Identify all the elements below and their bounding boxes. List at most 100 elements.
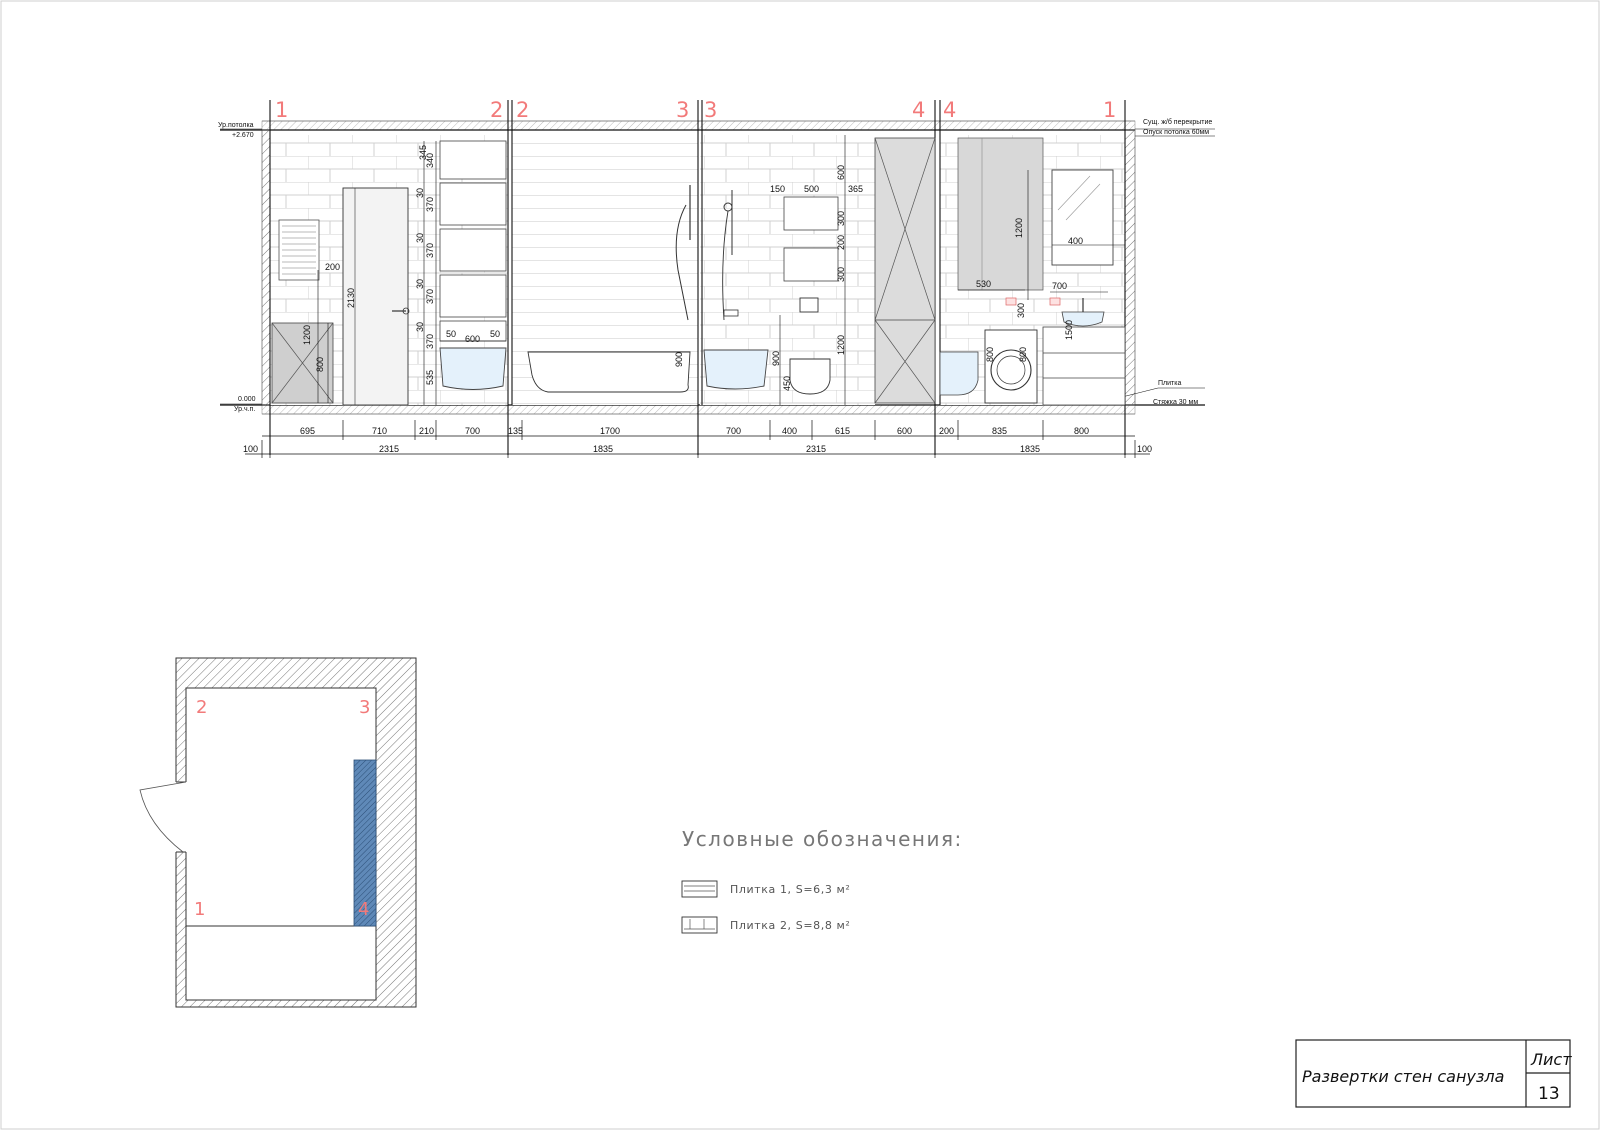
wall3-dim: 150: [770, 184, 785, 194]
ceiling-level-value: +2.670: [232, 132, 254, 139]
dim-label: 700: [726, 426, 741, 436]
shelf-dim: 535: [425, 370, 435, 385]
shelf-dim: 340: [425, 153, 435, 168]
heater-height-dim: 1200: [302, 325, 312, 345]
wall-number: 4: [943, 98, 956, 122]
legend-swatch-tile1: [681, 880, 718, 898]
title-block: Развертки стен санузла Лист 13: [1295, 1039, 1572, 1108]
tub-dim: 50: [490, 329, 500, 339]
dim-label: 835: [992, 426, 1007, 436]
wall-number: 1: [1103, 98, 1116, 122]
flush-plate: [799, 297, 819, 313]
wall-number: 1: [275, 98, 288, 122]
door-height-dim: 2130: [346, 288, 356, 308]
plan-room: [185, 687, 377, 1001]
dim-label: 710: [372, 426, 387, 436]
wall4-dim: 800: [985, 347, 995, 362]
wall4-dim: 1500: [1064, 320, 1074, 340]
dim-label: 100: [1137, 444, 1152, 454]
floor-level-value: 0.000: [238, 396, 256, 403]
shelf: [439, 140, 507, 180]
tub-dim: 600: [465, 334, 480, 344]
wall-number: 2: [490, 98, 503, 122]
dim-label: 135: [508, 426, 523, 436]
tile-annotation: Плитка: [1158, 380, 1181, 387]
dim-label: 100: [243, 444, 258, 454]
wall3-dim: 450: [782, 376, 792, 391]
wall-number: 4: [912, 98, 925, 122]
legend: Условные обозначения: Плитка 1, S=6,3 м²…: [681, 827, 963, 934]
socket: [1049, 297, 1061, 306]
dim-label: 600: [897, 426, 912, 436]
socket: [1005, 297, 1017, 306]
ceiling-drop-annotation: Опуск потолка 60мм: [1143, 129, 1209, 136]
dim-label: 400: [782, 426, 797, 436]
legend-swatch-tile2: [681, 916, 718, 934]
shelf-dim: 370: [425, 197, 435, 212]
wall-number: 3: [704, 98, 717, 122]
tub-height-dim: 900: [674, 352, 684, 367]
plan-number: 2: [196, 697, 207, 718]
wall4-dim: 300: [1016, 303, 1026, 318]
shelf-dim: 30: [415, 188, 425, 198]
wall-cabinet: [783, 196, 839, 231]
shelf-dim: 370: [425, 334, 435, 349]
plan-number: 4: [358, 899, 369, 920]
dim-label: 210: [419, 426, 434, 436]
shelf-dim: 30: [415, 233, 425, 243]
toilet-side: [939, 351, 979, 396]
legend-label: Плитка 2, S=8,8 м²: [730, 919, 850, 932]
wall3-dim: 500: [804, 184, 819, 194]
wall3-dim: 1200: [836, 335, 846, 355]
toilet: [789, 358, 831, 395]
sheet-label: Лист: [1530, 1050, 1572, 1069]
tall-closet: [874, 137, 936, 404]
sheet-title: Развертки стен санузла: [1302, 1067, 1504, 1086]
legend-title: Условные обозначения:: [682, 827, 963, 851]
wall3-dim: 300: [836, 267, 846, 282]
plan-number: 1: [194, 899, 205, 920]
level-labels: Ур.потолка +2.670 0.000 Ур.ч.п.: [218, 122, 262, 413]
wall4-dim: 1200: [1014, 218, 1024, 238]
wall-number: 2: [516, 98, 529, 122]
wall3-dim: 900: [771, 351, 781, 366]
dim-label: 1835: [1020, 444, 1040, 454]
shelf-dim: 30: [415, 279, 425, 289]
sheet-number: 13: [1538, 1084, 1560, 1104]
wall-number: 3: [676, 98, 689, 122]
floor-plan: 2 3 1 4: [139, 657, 417, 1008]
wall-numbers: 1 2 2 3 3 4 4 1: [275, 98, 1116, 122]
basin: [439, 347, 507, 390]
vanity: [1042, 326, 1126, 406]
shelf: [439, 228, 507, 272]
slab-annotation: Сущ. ж/б перекрытие: [1143, 118, 1212, 126]
heater-dim: 200: [325, 262, 340, 272]
dim-label: 615: [835, 426, 850, 436]
wall-elevation: 1 2 2 3 3 4 4 1 Ур.потолка +2.670 0.000 …: [218, 98, 1215, 458]
shelf-dim: 370: [425, 243, 435, 258]
floor-level-label: Ур.ч.п.: [234, 406, 255, 413]
wall-cabinet: [783, 247, 839, 282]
dim-label: 700: [465, 426, 480, 436]
drawing-sheet: 1 2 2 3 3 4 4 1 Ур.потолка +2.670 0.000 …: [0, 0, 1600, 1130]
dim-label: 1835: [593, 444, 613, 454]
bathtub: [527, 351, 691, 393]
wall3-dim: 200: [836, 235, 846, 250]
dim-label: 695: [300, 426, 315, 436]
dim-label: 1700: [600, 426, 620, 436]
dim-label: 2315: [379, 444, 399, 454]
wall4-dim: 400: [1068, 236, 1083, 246]
wall3-dim: 600: [836, 165, 846, 180]
plan-number: 3: [359, 697, 370, 718]
wall4-dim: 800: [1018, 347, 1028, 362]
screed-annotation: Стяжка 30 мм: [1153, 399, 1198, 406]
wall3-dim: 365: [848, 184, 863, 194]
tub-end: [703, 349, 769, 390]
dim-label: 800: [1074, 426, 1089, 436]
wall3-dim: 300: [836, 211, 846, 226]
shelf: [439, 274, 507, 318]
dim-label: 200: [939, 426, 954, 436]
shelf: [439, 182, 507, 226]
shelf-dim: 370: [425, 289, 435, 304]
legend-label: Плитка 1, S=6,3 м²: [730, 883, 850, 896]
